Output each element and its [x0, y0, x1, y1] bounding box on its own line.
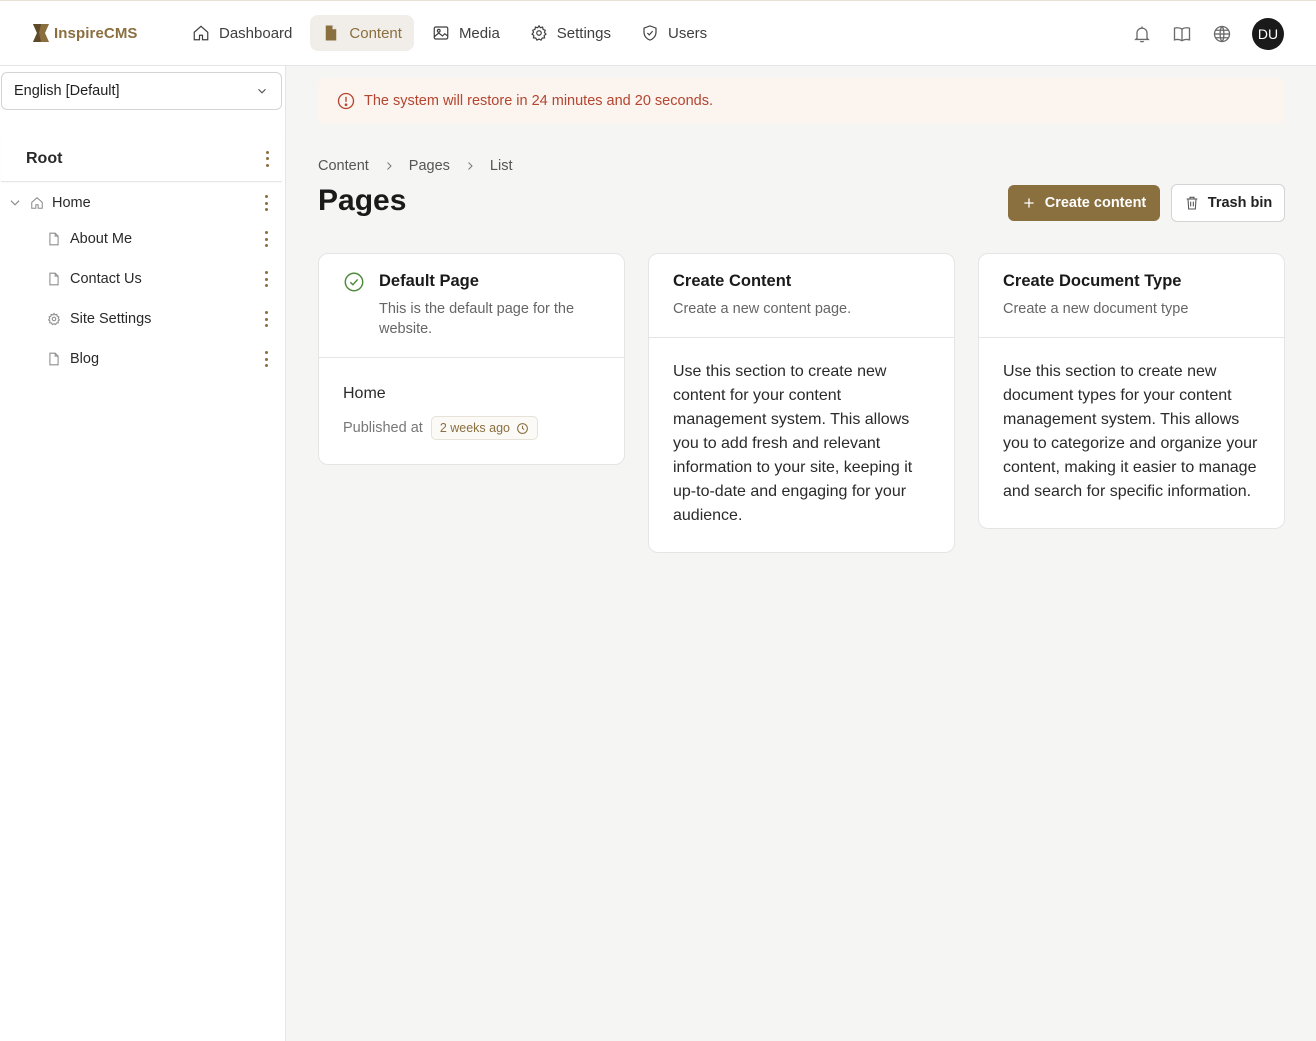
published-badge: 2 weeks ago	[430, 416, 538, 440]
check-circle-icon	[344, 272, 364, 292]
breadcrumb-item-content[interactable]: Content	[318, 158, 369, 174]
image-icon	[433, 26, 449, 40]
user-avatar[interactable]: DU	[1252, 18, 1284, 50]
nav-item-label: Users	[668, 24, 708, 42]
nav-item-label: Settings	[556, 24, 611, 42]
trash-bin-button[interactable]: Trash bin	[1171, 184, 1285, 222]
language-select-value: English [Default]	[14, 83, 120, 99]
page-title: Pages	[318, 184, 407, 217]
tree-item-label: About Me	[70, 231, 133, 247]
shield-check-icon	[643, 25, 657, 41]
chevron-right-icon	[468, 162, 473, 170]
nav-item-settings[interactable]: Settings	[518, 15, 623, 51]
published-label: Published at	[343, 420, 423, 436]
tree-item-label: Contact Us	[70, 271, 142, 287]
tree-item-home[interactable]: Home	[0, 189, 282, 217]
app-logo[interactable]: InspireCMS	[32, 23, 138, 43]
card-header: Default Page This is the default page fo…	[319, 254, 624, 358]
chevron-down-icon[interactable]	[8, 196, 22, 210]
card-body: Home Published at 2 weeks ago	[319, 358, 624, 464]
content-tree-sidebar: English [Default] Root Home About Me Con…	[0, 66, 286, 1041]
tree-item-site-settings[interactable]: Site Settings	[0, 305, 282, 333]
card-title: Create Document Type	[1003, 272, 1182, 290]
create-content-card[interactable]: Create Content Create a new content page…	[648, 253, 955, 553]
alert-text: The system will restore in 24 minutes an…	[364, 93, 713, 109]
more-vertical-icon[interactable]	[261, 271, 271, 287]
card-title: Default Page	[379, 272, 479, 290]
top-right-actions: DU	[1132, 18, 1284, 50]
globe-icon[interactable]	[1212, 24, 1232, 44]
gear-icon	[47, 312, 61, 326]
top-navigation-bar: InspireCMS Dashboard Content Media Setti…	[0, 0, 1316, 66]
logo-mark-icon	[33, 24, 49, 42]
trash-icon	[1186, 196, 1198, 210]
breadcrumb: Content Pages List	[318, 158, 513, 174]
more-vertical-icon[interactable]	[261, 311, 271, 327]
breadcrumb-item-pages[interactable]: Pages	[409, 158, 450, 174]
nav-item-label: Dashboard	[219, 24, 293, 42]
breadcrumb-item-list: List	[489, 158, 513, 174]
plus-icon	[1024, 198, 1034, 208]
card-subtitle: Create a new content page.	[673, 301, 852, 317]
tree-item-label: Blog	[70, 351, 100, 367]
document-icon	[326, 25, 337, 41]
more-vertical-icon[interactable]	[261, 195, 271, 211]
nav-item-label: Content	[349, 24, 402, 42]
bell-icon[interactable]	[1132, 24, 1152, 44]
main-nav: Dashboard Content Media Settings Users	[180, 15, 719, 51]
clock-icon	[517, 422, 528, 434]
create-document-type-card[interactable]: Create Document Type Create a new docume…	[978, 253, 1285, 529]
tree-item-label: Site Settings	[70, 311, 152, 327]
tree-root-label: Root	[26, 149, 63, 167]
app-name: InspireCMS	[54, 24, 138, 42]
card-subtitle: Create a new document type	[1003, 301, 1189, 317]
gear-icon	[530, 24, 547, 41]
published-row: Published at 2 weeks ago	[343, 416, 600, 440]
document-icon	[49, 272, 59, 286]
nav-item-dashboard[interactable]: Dashboard	[180, 15, 304, 51]
nav-item-content[interactable]: Content	[310, 15, 414, 51]
card-subtitle: This is the default page for the website…	[379, 301, 575, 337]
restore-alert: The system will restore in 24 minutes an…	[318, 78, 1284, 124]
tree-item-blog[interactable]: Blog	[0, 345, 282, 373]
default-page-card: Default Page This is the default page fo…	[318, 253, 625, 465]
more-vertical-icon[interactable]	[261, 351, 271, 367]
card-body: Use this section to create new document …	[1003, 363, 1258, 500]
trash-bin-label: Trash bin	[1207, 195, 1273, 211]
card-title: Create Content	[673, 272, 792, 290]
tree-item-about-me[interactable]: About Me	[0, 225, 282, 253]
tree-root-row[interactable]: Root	[1, 136, 282, 182]
create-content-button[interactable]: Create content	[1008, 185, 1160, 221]
card-header: Create Content Create a new content page…	[649, 254, 954, 338]
chevron-down-icon	[258, 88, 266, 94]
published-badge-text: 2 weeks ago	[439, 421, 510, 435]
alert-circle-icon	[337, 92, 355, 110]
document-icon	[49, 352, 59, 366]
default-page-link[interactable]: Home	[343, 382, 600, 406]
language-select[interactable]: English [Default]	[1, 72, 282, 110]
chevron-right-icon	[386, 162, 392, 170]
card-body: Use this section to create new content f…	[673, 363, 913, 524]
nav-item-users[interactable]: Users	[629, 15, 719, 51]
create-content-label: Create content	[1044, 195, 1147, 211]
book-icon[interactable]	[1172, 24, 1192, 44]
more-vertical-icon[interactable]	[262, 150, 272, 167]
tree-item-label: Home	[52, 195, 91, 211]
card-header: Create Document Type Create a new docume…	[979, 254, 1284, 338]
document-icon	[49, 232, 59, 246]
tree-item-contact-us[interactable]: Contact Us	[0, 265, 282, 293]
nav-item-label: Media	[458, 24, 500, 42]
home-icon	[193, 25, 209, 41]
home-icon	[31, 197, 43, 209]
more-vertical-icon[interactable]	[261, 231, 271, 247]
nav-item-media[interactable]: Media	[420, 15, 512, 51]
